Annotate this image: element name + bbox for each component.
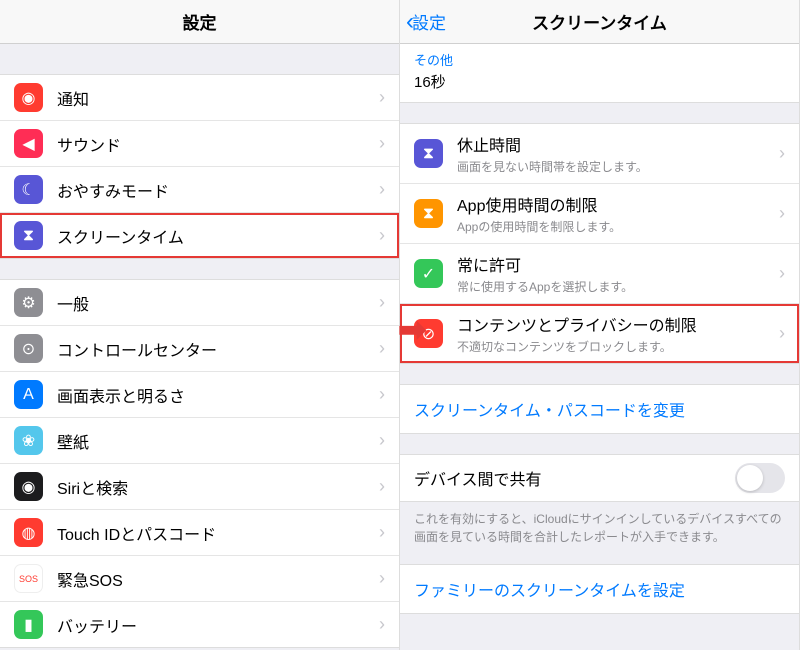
share-group: デバイス間で共有 [400, 454, 799, 502]
chevron-right-icon: › [379, 338, 385, 359]
share-label: デバイス間で共有 [414, 466, 735, 490]
chevron-right-icon: › [379, 179, 385, 200]
controlcenter-icon: ⊙ [14, 334, 43, 363]
settings-row-notifications[interactable]: ◉ 通知 › [0, 75, 399, 121]
settings-row-wallpaper[interactable]: ❀ 壁紙 › [0, 418, 399, 464]
notifications-icon: ◉ [14, 83, 43, 112]
row-label: サウンド [57, 132, 373, 156]
settings-row-sos[interactable]: SOS 緊急SOS › [0, 556, 399, 602]
settings-row-screentime[interactable]: ⧗ スクリーンタイム › [0, 213, 399, 258]
row-label: 緊急SOS [57, 567, 373, 591]
option-row-restrict[interactable]: ⊘コンテンツとプライバシーの制限不適切なコンテンツをブロックします。› [400, 304, 799, 363]
usage-summary[interactable]: その他 16秒 [400, 44, 799, 103]
chevron-right-icon: › [379, 430, 385, 451]
settings-row-dnd[interactable]: ☾ おやすみモード › [0, 167, 399, 213]
row-subtitle: Appの使用時間を制限します。 [457, 218, 773, 235]
settings-row-siri[interactable]: ◉ Siriと検索 › [0, 464, 399, 510]
chevron-right-icon: › [379, 225, 385, 246]
guide-arrow: ➡ [398, 310, 427, 350]
option-row-applimit[interactable]: ⧗ App使用時間の制限 Appの使用時間を制限します。 › [400, 184, 799, 244]
row-label: Siriと検索 [57, 475, 373, 499]
dnd-icon: ☾ [14, 175, 43, 204]
page-title: スクリーンタイム [532, 9, 667, 34]
navbar: ‹ 設定 スクリーンタイム [400, 0, 799, 44]
row-label: バッテリー [57, 613, 373, 637]
row-label: App使用時間の制限 [457, 192, 773, 216]
settings-row-display[interactable]: A 画面表示と明るさ › [0, 372, 399, 418]
chevron-right-icon: › [379, 87, 385, 108]
downtime-icon: ⧗ [414, 139, 443, 168]
general-icon: ⚙ [14, 288, 43, 317]
usage-category: その他 [414, 50, 785, 69]
row-subtitle: 画面を見ない時間帯を設定します。 [457, 158, 773, 175]
chevron-right-icon: › [779, 143, 785, 164]
chevron-right-icon: › [379, 476, 385, 497]
back-label: 設定 [412, 9, 446, 34]
wallpaper-icon: ❀ [14, 426, 43, 455]
chevron-right-icon: › [779, 323, 785, 344]
chevron-right-icon: › [779, 203, 785, 224]
options-group: ⧗ 休止時間画面を見ない時間帯を設定します。 › ⧗ App使用時間の制限 Appの使用時… [400, 123, 799, 364]
share-across-devices-row[interactable]: デバイス間で共有 [400, 455, 799, 501]
chevron-right-icon: › [379, 614, 385, 635]
always-icon: ✓ [414, 259, 443, 288]
row-label: 画面表示と明るさ [57, 383, 373, 407]
row-label: 休止時間 [457, 132, 773, 156]
chevron-right-icon: › [379, 292, 385, 313]
battery-icon: ▮ [14, 610, 43, 639]
option-row-downtime[interactable]: ⧗ 休止時間画面を見ない時間帯を設定します。 › [400, 124, 799, 184]
back-button[interactable]: ‹ 設定 [406, 8, 446, 36]
screentime-icon: ⧗ [14, 221, 43, 250]
settings-row-battery[interactable]: ▮ バッテリー › [0, 602, 399, 647]
chevron-right-icon: › [779, 263, 785, 284]
settings-pane: 設定 ◉ 通知 › ◀ サウンド › ☾ おやすみモード › ⧗ スクリーンタイム › ⚙ 一般 › ⊙ コント… [0, 0, 400, 650]
touchid-icon: ◍ [14, 518, 43, 547]
row-label: 常に許可 [457, 252, 773, 276]
option-row-always[interactable]: ✓ 常に許可常に使用するAppを選択します。 › [400, 244, 799, 304]
row-label: おやすみモード [57, 178, 373, 202]
chevron-right-icon: › [379, 522, 385, 543]
row-label: スクリーンタイム [57, 224, 373, 248]
share-toggle[interactable] [735, 463, 785, 493]
row-label: 壁紙 [57, 429, 373, 453]
row-label: 一般 [57, 291, 373, 315]
settings-row-general[interactable]: ⚙ 一般 › [0, 280, 399, 326]
siri-icon: ◉ [14, 472, 43, 501]
family-screentime-link[interactable]: ファミリーのスクリーンタイムを設定 [400, 564, 799, 614]
settings-row-controlcenter[interactable]: ⊙ コントロールセンター › [0, 326, 399, 372]
navbar: 設定 [0, 0, 399, 44]
sos-icon: SOS [14, 564, 43, 593]
row-label: 通知 [57, 86, 373, 110]
row-label: コンテンツとプライバシーの制限 [457, 312, 773, 336]
settings-row-sounds[interactable]: ◀ サウンド › [0, 121, 399, 167]
change-passcode-link[interactable]: スクリーンタイム・パスコードを変更 [400, 384, 799, 434]
row-label: Touch IDとパスコード [57, 521, 373, 545]
share-footer-note: これを有効にすると、iCloudにサインインしているデバイスすべての画面を見てい… [400, 502, 799, 554]
settings-row-touchid[interactable]: ◍ Touch IDとパスコード › [0, 510, 399, 556]
page-title: 設定 [183, 9, 217, 34]
chevron-right-icon: › [379, 133, 385, 154]
usage-duration: 16秒 [414, 71, 785, 92]
screentime-pane: ‹ 設定 スクリーンタイム その他 16秒 ⧗ 休止時間画面を見ない時間帯を設定し… [400, 0, 800, 650]
screentime-list[interactable]: その他 16秒 ⧗ 休止時間画面を見ない時間帯を設定します。 › ⧗ App使用時間の制… [400, 44, 799, 650]
display-icon: A [14, 380, 43, 409]
row-subtitle: 不適切なコンテンツをブロックします。 [457, 338, 773, 355]
sounds-icon: ◀ [14, 129, 43, 158]
settings-list[interactable]: ◉ 通知 › ◀ サウンド › ☾ おやすみモード › ⧗ スクリーンタイム › ⚙ 一般 › ⊙ コントロール… [0, 44, 399, 650]
row-subtitle: 常に使用するAppを選択します。 [457, 278, 773, 295]
applimit-icon: ⧗ [414, 199, 443, 228]
row-label: コントロールセンター [57, 337, 373, 361]
chevron-right-icon: › [379, 568, 385, 589]
chevron-right-icon: › [379, 384, 385, 405]
